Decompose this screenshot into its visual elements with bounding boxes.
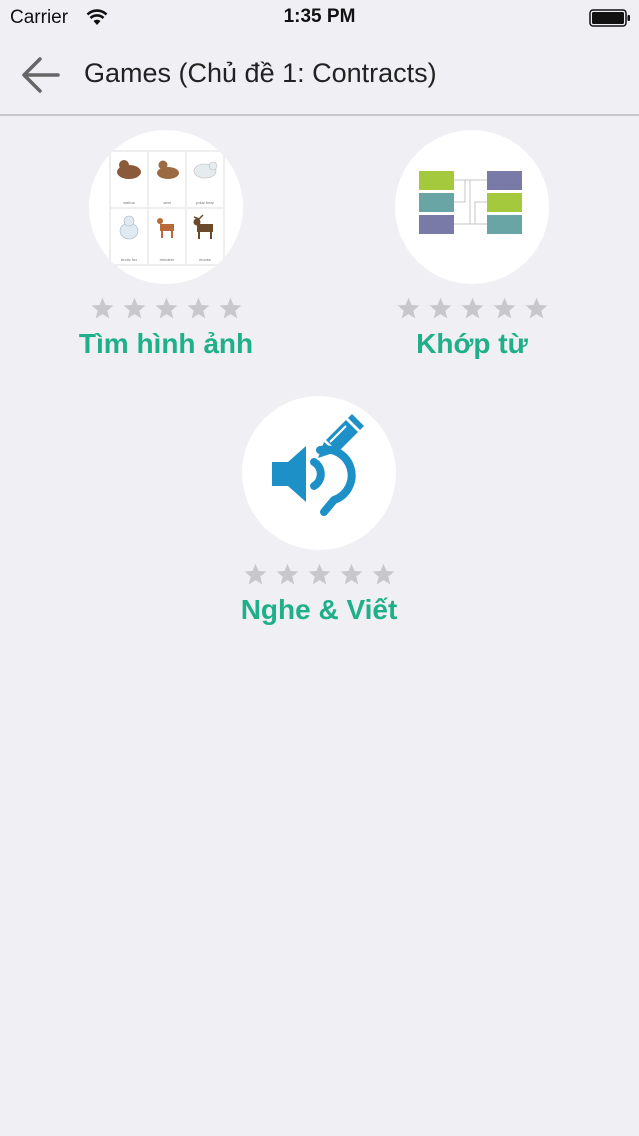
star-icon xyxy=(340,563,362,585)
star-icon xyxy=(91,297,113,319)
back-arrow-icon xyxy=(22,57,60,93)
star-icon xyxy=(123,297,145,319)
matching-blocks-icon xyxy=(395,130,549,284)
listen-write-icon xyxy=(242,396,396,550)
star-icon xyxy=(525,297,547,319)
page-title: Games (Chủ đề 1: Contracts) xyxy=(84,58,437,88)
battery-icon xyxy=(589,9,630,27)
star-icon xyxy=(187,297,209,319)
star-icon xyxy=(276,563,298,585)
status-time: 1:35 PM xyxy=(283,6,356,27)
game-label: Tìm hình ảnh xyxy=(78,328,254,359)
rating-stars xyxy=(36,296,296,322)
game-find-picture[interactable]: walrus seal polar bear Arctic fox reinde… xyxy=(36,130,296,360)
star-icon xyxy=(461,297,483,319)
star-icon xyxy=(244,563,266,585)
star-icon xyxy=(308,563,330,585)
game-label: Khớp từ xyxy=(416,328,528,359)
picture-grid-icon: walrus seal polar bear Arctic fox reinde… xyxy=(89,130,243,284)
star-icon xyxy=(219,297,241,319)
rating-stars xyxy=(342,296,602,322)
navigation-bar: Games (Chủ đề 1: Contracts) xyxy=(0,36,639,116)
game-label: Nghe & Viết xyxy=(240,594,398,625)
star-icon xyxy=(155,297,177,319)
star-icon xyxy=(493,297,515,319)
game-listen-write[interactable]: Nghe & Viết xyxy=(189,396,449,626)
back-button[interactable] xyxy=(20,56,64,94)
star-icon xyxy=(429,297,451,319)
status-bar: Carrier 1:35 PM xyxy=(0,0,639,36)
game-match-words[interactable]: Khớp từ xyxy=(342,130,602,360)
star-icon xyxy=(372,563,394,585)
star-icon xyxy=(397,297,419,319)
rating-stars xyxy=(189,562,449,588)
